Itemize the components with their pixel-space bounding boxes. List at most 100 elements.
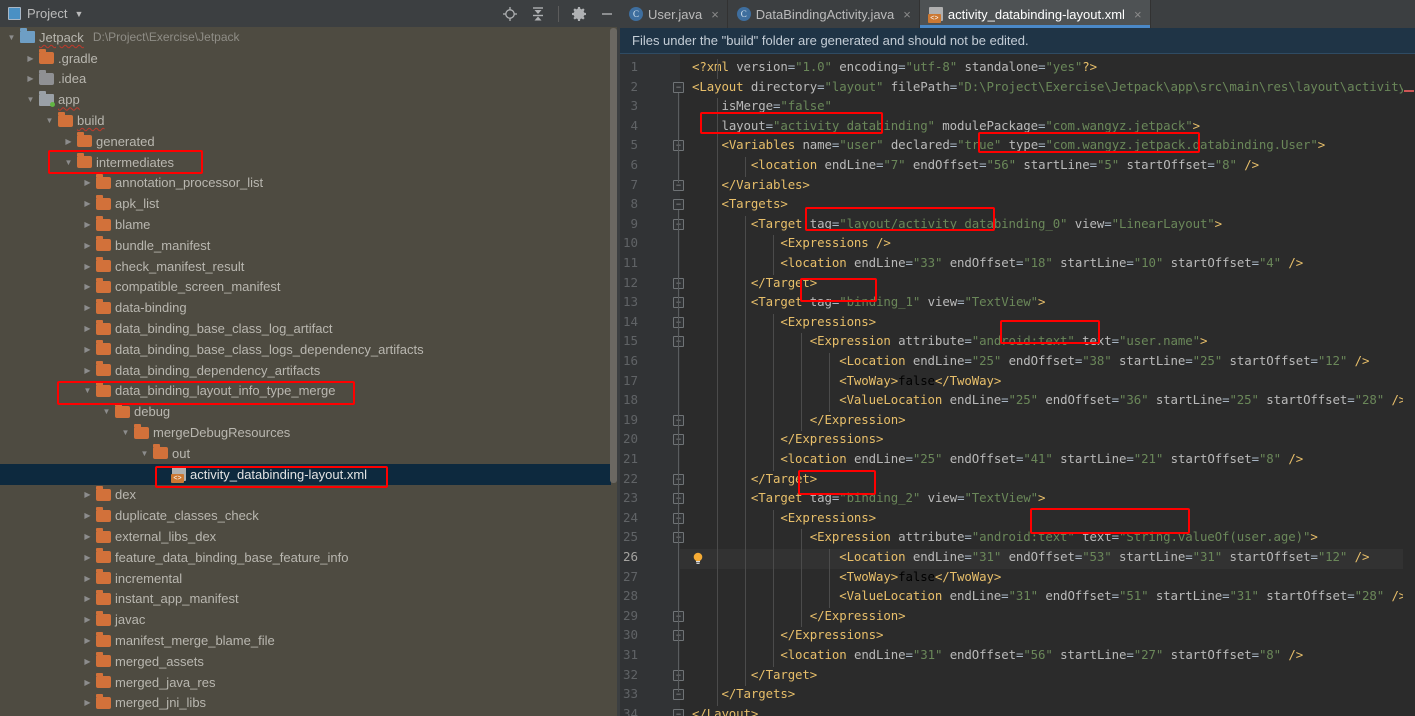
chevron-down-icon[interactable]: ▼: [120, 427, 131, 438]
chevron-right-icon[interactable]: ▶: [82, 344, 93, 355]
code-line[interactable]: <?xml version="1.0" encoding="utf-8" sta…: [692, 59, 1097, 79]
code-line[interactable]: <location endLine="25" endOffset="41" st…: [692, 451, 1303, 471]
code-line[interactable]: <Expressions>: [692, 314, 876, 334]
chevron-right-icon[interactable]: ▶: [82, 614, 93, 625]
code-line[interactable]: <TwoWay>false</TwoWay>: [692, 569, 1001, 589]
code-line[interactable]: </Variables>: [692, 177, 809, 197]
tree-item[interactable]: ▶ bundle_manifest: [0, 235, 611, 256]
tree-item[interactable]: ▶ merged_jni_libs: [0, 693, 611, 714]
code-line[interactable]: <Expression attribute="android:text" tex…: [692, 529, 1318, 549]
code-line[interactable]: <TwoWay>false</TwoWay>: [692, 373, 1001, 393]
chevron-right-icon[interactable]: ▶: [25, 73, 36, 84]
tree-item[interactable]: ▼ data_binding_layout_info_type_merge: [0, 381, 611, 402]
close-icon[interactable]: ×: [1134, 7, 1142, 22]
chevron-right-icon[interactable]: ▶: [25, 53, 36, 64]
tree-item[interactable]: ▶ data-binding: [0, 297, 611, 318]
code-editor[interactable]: 1234567891011121314151617181920212223242…: [620, 54, 1415, 716]
tree-item-selected[interactable]: activity_databinding-layout.xml: [0, 463, 611, 485]
tree-item[interactable]: ▶ duplicate_classes_check: [0, 505, 611, 526]
code-line[interactable]: </Expressions>: [692, 627, 883, 647]
tree-item[interactable]: ▶ .idea: [0, 69, 611, 90]
project-panel-title-group[interactable]: Project ▼: [0, 6, 83, 21]
code-line[interactable]: <Targets>: [692, 196, 787, 216]
code-line[interactable]: </Target>: [692, 275, 817, 295]
tree-item[interactable]: ▶ .gradle: [0, 48, 611, 69]
tree-item[interactable]: ▶ blame: [0, 214, 611, 235]
tree-item[interactable]: ▶ generated: [0, 131, 611, 152]
code-line[interactable]: <ValueLocation endLine="25" endOffset="3…: [692, 392, 1406, 412]
tree-item[interactable]: ▶ apk_list: [0, 193, 611, 214]
code-line[interactable]: </Expression>: [692, 412, 906, 432]
chevron-down-icon[interactable]: ▼: [82, 385, 93, 396]
chevron-right-icon[interactable]: ▶: [82, 697, 93, 708]
tree-item[interactable]: ▶ data_binding_base_class_log_artifact: [0, 318, 611, 339]
chevron-right-icon[interactable]: ▶: [82, 281, 93, 292]
chevron-right-icon[interactable]: ▶: [82, 240, 93, 251]
tree-item[interactable]: ▶ feature_data_binding_base_feature_info: [0, 547, 611, 568]
tree-item[interactable]: ▶ check_manifest_result: [0, 256, 611, 277]
code-line[interactable]: layout="activity_databinding" modulePack…: [692, 118, 1200, 138]
tree-item[interactable]: ▼ Jetpack D:\Project\Exercise\Jetpack: [0, 27, 611, 48]
tree-item[interactable]: ▼ out: [0, 443, 611, 464]
tree-item[interactable]: ▶ manifest_merge_blame_file: [0, 630, 611, 651]
chevron-down-icon[interactable]: ▼: [101, 406, 112, 417]
chevron-right-icon[interactable]: ▶: [82, 177, 93, 188]
code-line[interactable]: <Expressions>: [692, 510, 876, 530]
code-fold-icon[interactable]: [673, 81, 684, 93]
editor-tab[interactable]: C DataBindingActivity.java ×: [728, 0, 920, 28]
tree-item[interactable]: ▶ compatible_screen_manifest: [0, 277, 611, 298]
locate-icon[interactable]: [502, 6, 518, 22]
project-tree-scrollbar[interactable]: [610, 28, 617, 716]
collapse-all-icon[interactable]: [530, 6, 546, 22]
chevron-right-icon[interactable]: ▶: [82, 489, 93, 500]
chevron-right-icon[interactable]: ▶: [82, 510, 93, 521]
chevron-right-icon[interactable]: ▶: [82, 635, 93, 646]
code-line[interactable]: isMerge="false": [692, 98, 832, 118]
scrollbar-thumb[interactable]: [610, 28, 617, 483]
tree-item[interactable]: ▼ mergeDebugResources: [0, 422, 611, 443]
code-line[interactable]: <location endLine="33" endOffset="18" st…: [692, 255, 1303, 275]
tree-item[interactable]: ▶ external_libs_dex: [0, 526, 611, 547]
tree-item[interactable]: ▼ debug: [0, 401, 611, 422]
tree-item[interactable]: ▶ annotation_processor_list: [0, 173, 611, 194]
chevron-right-icon[interactable]: ▶: [82, 302, 93, 313]
code-line[interactable]: </Targets>: [692, 686, 795, 706]
chevron-right-icon[interactable]: ▶: [63, 136, 74, 147]
close-icon[interactable]: ×: [711, 7, 719, 22]
chevron-down-icon[interactable]: ▼: [139, 448, 150, 459]
error-stripe-mark[interactable]: [1404, 90, 1414, 92]
code-line[interactable]: <Layout directory="layout" filePath="D:\…: [692, 79, 1415, 99]
code-fold-icon[interactable]: [673, 708, 684, 716]
chevron-right-icon[interactable]: ▶: [82, 198, 93, 209]
code-line[interactable]: </Layout>: [692, 706, 758, 716]
code-line[interactable]: <Target tag="layout/activity_databinding…: [692, 216, 1222, 236]
tree-item[interactable]: ▼ intermediates: [0, 152, 611, 173]
code-line[interactable]: <Location endLine="25" endOffset="38" st…: [692, 353, 1369, 373]
editor-tab[interactable]: activity_databinding-layout.xml ×: [919, 0, 1151, 28]
gear-icon[interactable]: [571, 6, 587, 22]
chevron-right-icon[interactable]: ▶: [82, 656, 93, 667]
code-line[interactable]: </Target>: [692, 471, 817, 491]
code-line[interactable]: <Variables name="user" declared="true" t…: [692, 137, 1325, 157]
chevron-right-icon[interactable]: ▶: [82, 531, 93, 542]
chevron-right-icon[interactable]: ▶: [82, 323, 93, 334]
editor-scrollbar[interactable]: [1403, 54, 1415, 716]
tree-item[interactable]: ▶ javac: [0, 609, 611, 630]
chevron-right-icon[interactable]: ▶: [82, 677, 93, 688]
code-line[interactable]: </Target>: [692, 667, 817, 687]
tree-item[interactable]: ▶ merged_assets: [0, 651, 611, 672]
chevron-right-icon[interactable]: ▶: [82, 552, 93, 563]
editor-gutter[interactable]: 1234567891011121314151617181920212223242…: [620, 54, 684, 716]
chevron-down-icon[interactable]: ▼: [6, 32, 17, 43]
code-line[interactable]: <Expressions />: [692, 235, 891, 255]
intention-bulb-icon[interactable]: [691, 551, 705, 565]
chevron-down-icon[interactable]: ▼: [25, 94, 36, 105]
chevron-right-icon[interactable]: ▶: [82, 573, 93, 584]
tree-item[interactable]: ▶ instant_app_manifest: [0, 589, 611, 610]
tree-item[interactable]: ▶ merged_java_res: [0, 672, 611, 693]
code-line[interactable]: <ValueLocation endLine="31" endOffset="5…: [692, 588, 1406, 608]
code-line[interactable]: </Expression>: [692, 608, 906, 628]
project-file-tree[interactable]: ▼ Jetpack D:\Project\Exercise\Jetpack ▶ .gra…: [0, 27, 611, 716]
code-line[interactable]: <location endLine="31" endOffset="56" st…: [692, 647, 1303, 667]
tree-item[interactable]: ▶ dex: [0, 485, 611, 506]
